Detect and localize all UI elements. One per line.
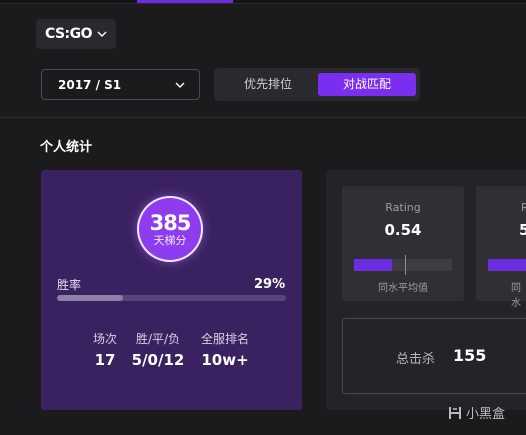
section-divider xyxy=(0,117,526,118)
game-select-label: CS:GO xyxy=(44,26,93,42)
rating-bar-fill xyxy=(354,259,392,271)
second-stat-value: 5 xyxy=(519,221,526,239)
stat-matches-value: 17 xyxy=(94,351,116,369)
ladder-score-value: 385 xyxy=(149,210,192,235)
rating-title: Rating xyxy=(385,201,421,214)
winrate-value: 29% xyxy=(254,277,286,292)
top-divider xyxy=(0,3,526,4)
total-kills-label: 总击杀 xyxy=(396,352,436,367)
chevron-down-icon xyxy=(97,31,107,37)
rating-value: 0.54 xyxy=(384,221,422,239)
winrate-label: 胜率 xyxy=(57,278,82,292)
mode-switch: 优先排位 对战匹配 xyxy=(214,68,420,101)
game-select[interactable]: CS:GO xyxy=(36,19,116,49)
tab-matchmaking[interactable]: 对战匹配 xyxy=(318,73,416,96)
heybox-logo-icon xyxy=(449,406,461,419)
watermark: 小黑盒 xyxy=(447,403,505,422)
rating-average-label: 同水平均值 xyxy=(378,283,428,294)
season-select-label: 2017 / S1 xyxy=(58,77,122,92)
stat-wdl-value: 5/0/12 xyxy=(131,351,185,369)
section-title: 个人统计 xyxy=(40,140,93,155)
watermark-text: 小黑盒 xyxy=(466,407,506,422)
ladder-score-label: 天梯分 xyxy=(153,233,187,247)
stat-rank-label: 全服排名 xyxy=(200,332,249,346)
rating-average-marker xyxy=(405,255,406,275)
stat-wdl-label: 胜/平/负 xyxy=(135,332,181,346)
second-stat-title: R xyxy=(521,201,526,214)
ladder-score-badge: 385 天梯分 xyxy=(137,196,203,262)
chevron-down-icon xyxy=(175,82,185,88)
stat-matches-label: 场次 xyxy=(92,332,117,346)
second-stat-bar-fill xyxy=(488,259,526,271)
season-select[interactable]: 2017 / S1 xyxy=(41,69,200,100)
second-stat-average-label: 同水 xyxy=(511,283,521,309)
stat-rank-value: 10w+ xyxy=(201,351,249,369)
winrate-bar-fill xyxy=(57,295,123,301)
tab-ranked[interactable]: 优先排位 xyxy=(220,73,316,96)
total-kills-value: 155 xyxy=(453,346,487,365)
